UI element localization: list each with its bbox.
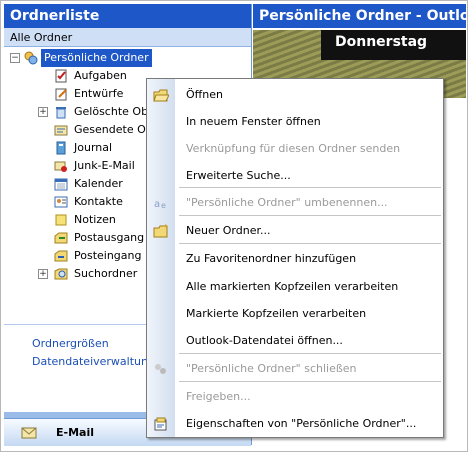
calendar-icon bbox=[54, 178, 68, 191]
menu-separator bbox=[179, 353, 441, 354]
folder-sizes-link[interactable]: Ordnergrößen bbox=[32, 335, 109, 353]
context-menu: Öffnen In neuem Fenster öffnen Verknüpfung… bbox=[146, 78, 444, 438]
outbox-icon bbox=[54, 232, 68, 244]
drafts-icon bbox=[55, 88, 67, 101]
expand-toggle[interactable]: + bbox=[38, 107, 48, 117]
menu-item-label: Verknüpfung für diesen Ordner senden bbox=[186, 142, 401, 155]
menu-item: a e "Persönliche Ordner" umbenennen... bbox=[147, 190, 443, 216]
menu-item[interactable]: Neuer Ordner... bbox=[147, 218, 443, 244]
menu-item[interactable]: Eigenschaften von "Persönliche Ordner"..… bbox=[147, 411, 443, 437]
menu-item[interactable]: In neuem Fenster öffnen bbox=[147, 109, 443, 135]
personal-folders-icon bbox=[24, 51, 38, 65]
folder-item-label: Kontakte bbox=[74, 195, 123, 208]
menu-item[interactable]: Outlook-Datendatei öffnen... bbox=[147, 328, 443, 354]
folder-item-label: Aufgaben bbox=[74, 69, 127, 82]
menu-item-label: Zu Favoritenordner hinzufügen bbox=[186, 252, 357, 265]
deleted-items-icon bbox=[56, 107, 66, 119]
folder-item-label: Postausgang bbox=[74, 231, 145, 244]
open-folder-icon bbox=[153, 89, 169, 102]
menu-item-label: Markierte Kopfzeilen verarbeiten bbox=[186, 307, 367, 320]
menu-item-label: "Persönliche Ordner" schließen bbox=[186, 362, 357, 375]
menu-item-label: Outlook-Datendatei öffnen... bbox=[186, 334, 343, 347]
menu-separator bbox=[179, 381, 441, 382]
menu-item-label: Öffnen bbox=[186, 88, 223, 101]
menu-item[interactable]: Markierte Kopfzeilen verarbeiten bbox=[147, 301, 443, 327]
sent-items-icon bbox=[54, 125, 68, 136]
folder-item-label: Journal bbox=[74, 141, 113, 154]
all-folders-dropdown[interactable]: Alle Ordner bbox=[4, 28, 251, 47]
menu-item: "Persönliche Ordner" schließen bbox=[147, 356, 443, 382]
data-file-management-link[interactable]: Datendateiverwaltung bbox=[32, 353, 155, 371]
folder-root-label: Persönliche Ordner bbox=[41, 49, 152, 67]
mail-nav-label: E-Mail bbox=[56, 426, 94, 439]
folder-item-label: Entwürfe bbox=[74, 87, 124, 100]
junk-mail-icon bbox=[54, 161, 67, 172]
new-folder-icon bbox=[153, 224, 168, 238]
menu-item[interactable]: Alle markierten Kopfzeilen verarbeiten bbox=[147, 274, 443, 300]
banner-date: Donnerstag bbox=[335, 34, 428, 50]
journal-icon bbox=[56, 141, 66, 155]
inbox-icon bbox=[54, 250, 68, 262]
menu-separator bbox=[179, 187, 441, 188]
menu-item: Freigeben... bbox=[147, 384, 443, 410]
pane-title: Ordnerliste bbox=[4, 4, 251, 28]
main-pane-title: Persönliche Ordner - Outlook bbox=[253, 4, 466, 28]
menu-separator bbox=[179, 243, 441, 244]
rename-icon: ae bbox=[154, 199, 166, 210]
menu-item-label: In neuem Fenster öffnen bbox=[186, 115, 321, 128]
menu-item[interactable]: Erweiterte Suche... bbox=[147, 163, 443, 189]
folder-item-label: Posteingang bbox=[74, 249, 142, 262]
menu-item[interactable]: Öffnen bbox=[147, 82, 443, 108]
folder-item-label: Notizen bbox=[74, 213, 116, 226]
folder-root[interactable]: − Persönliche Ordner bbox=[4, 49, 251, 67]
folder-item-label: Kalender bbox=[74, 177, 123, 190]
menu-item-label: Neuer Ordner... bbox=[186, 224, 271, 237]
menu-item-label: Eigenschaften von "Persönliche Ordner"..… bbox=[186, 417, 417, 430]
menu-item: Verknüpfung für diesen Ordner senden bbox=[147, 136, 443, 162]
menu-item-label: Erweiterte Suche... bbox=[186, 169, 291, 182]
folder-item-label: Suchordner bbox=[74, 267, 138, 280]
folder-item-label: Junk-E-Mail bbox=[74, 159, 135, 172]
collapse-toggle[interactable]: − bbox=[10, 53, 20, 63]
menu-item-label: Alle markierten Kopfzeilen verarbeiten bbox=[186, 280, 399, 293]
search-folder-icon bbox=[54, 268, 68, 280]
notes-icon bbox=[55, 214, 67, 226]
properties-icon bbox=[154, 417, 167, 431]
menu-item-label: Freigeben... bbox=[186, 390, 251, 403]
menu-separator bbox=[179, 215, 441, 216]
svg-text:a: a bbox=[154, 199, 160, 210]
close-data-file-icon bbox=[155, 364, 166, 374]
contacts-icon bbox=[54, 196, 68, 208]
menu-item-label: "Persönliche Ordner" umbenennen... bbox=[186, 196, 388, 209]
menu-item[interactable]: Zu Favoritenordner hinzufügen bbox=[147, 246, 443, 272]
tasks-icon bbox=[55, 69, 67, 83]
svg-text:e: e bbox=[161, 201, 166, 210]
mail-icon bbox=[21, 427, 37, 439]
expand-toggle[interactable]: + bbox=[38, 269, 48, 279]
